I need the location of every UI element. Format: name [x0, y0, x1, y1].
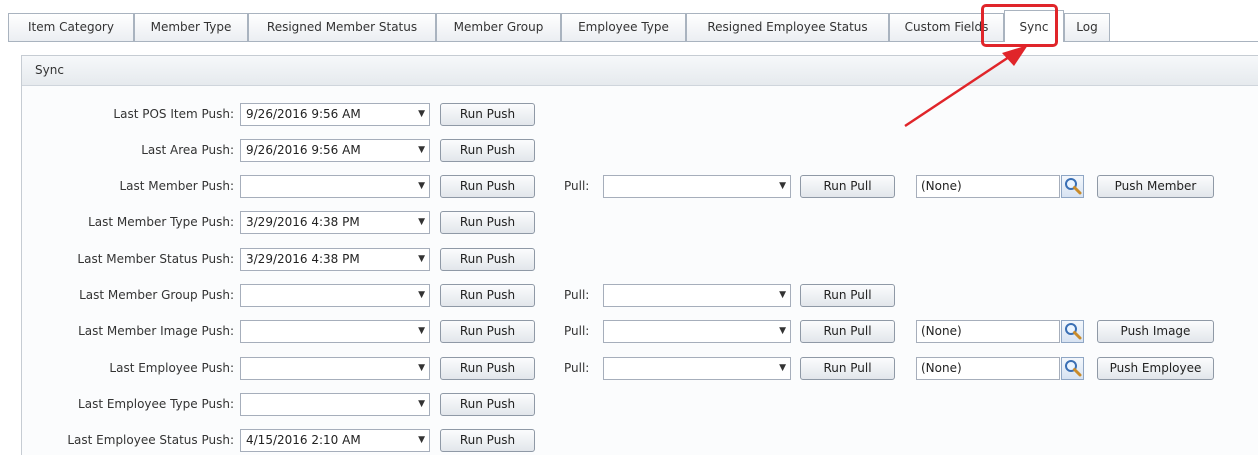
annotation-arrow-icon [904, 45, 1028, 128]
